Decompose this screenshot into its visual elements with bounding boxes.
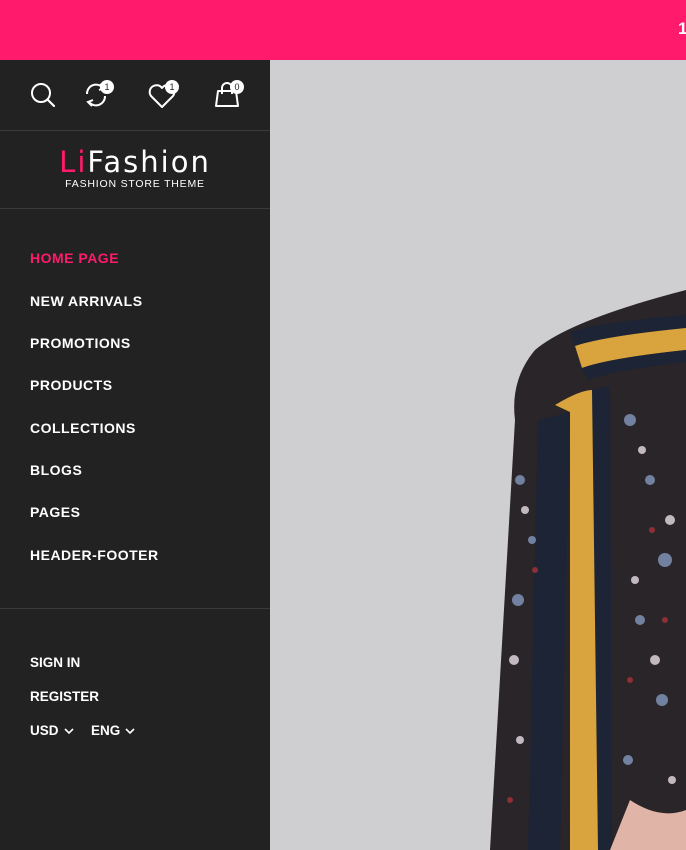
sidebar: 1 1 0 LiFashion FASHION STORE THEME HOME…	[0, 60, 270, 850]
nav-item-promotions[interactable]: PROMOTIONS	[30, 335, 131, 351]
announcement-text: 1	[678, 19, 686, 38]
nav-item-collections[interactable]: COLLECTIONS	[30, 420, 136, 436]
nav-item-home-page[interactable]: HOME PAGE	[30, 250, 119, 266]
language-select[interactable]: ENG	[91, 723, 135, 738]
header-icons: 1 1 0	[0, 60, 270, 131]
language-value: ENG	[91, 723, 121, 738]
nav-item-blogs[interactable]: BLOGS	[30, 462, 82, 478]
nav-item-products[interactable]: PRODUCTS	[30, 377, 113, 393]
logo-tagline: FASHION STORE THEME	[65, 178, 205, 190]
model-jacket-image	[490, 290, 686, 850]
logo[interactable]: LiFashion FASHION STORE THEME	[0, 131, 270, 209]
wishlist-count-badge: 1	[165, 80, 179, 94]
logo-name: Fashion	[87, 145, 211, 179]
chevron-down-icon	[63, 728, 74, 735]
search-button[interactable]	[28, 78, 62, 112]
currency-value: USD	[30, 723, 59, 738]
wishlist-button[interactable]: 1	[146, 78, 180, 112]
announcement-bar: 1	[0, 0, 686, 60]
nav-item-pages[interactable]: PAGES	[30, 504, 80, 520]
logo-accent: Li	[59, 145, 88, 179]
nav-item-header-footer[interactable]: HEADER-FOOTER	[30, 547, 159, 563]
cart-count-badge: 0	[230, 80, 244, 94]
compare-button[interactable]: 1	[82, 78, 116, 112]
search-icon	[31, 83, 56, 108]
register-link[interactable]: REGISTER	[30, 689, 99, 704]
cart-button[interactable]: 0	[211, 78, 245, 112]
logo-wordmark: LiFashion	[0, 145, 270, 179]
hero-image	[270, 60, 686, 850]
sidebar-divider	[0, 608, 270, 609]
currency-select[interactable]: USD	[30, 723, 74, 738]
nav-item-new-arrivals[interactable]: NEW ARRIVALS	[30, 293, 143, 309]
chevron-down-icon	[125, 728, 135, 735]
sign-in-link[interactable]: SIGN IN	[30, 655, 80, 670]
compare-count-badge: 1	[100, 80, 114, 94]
